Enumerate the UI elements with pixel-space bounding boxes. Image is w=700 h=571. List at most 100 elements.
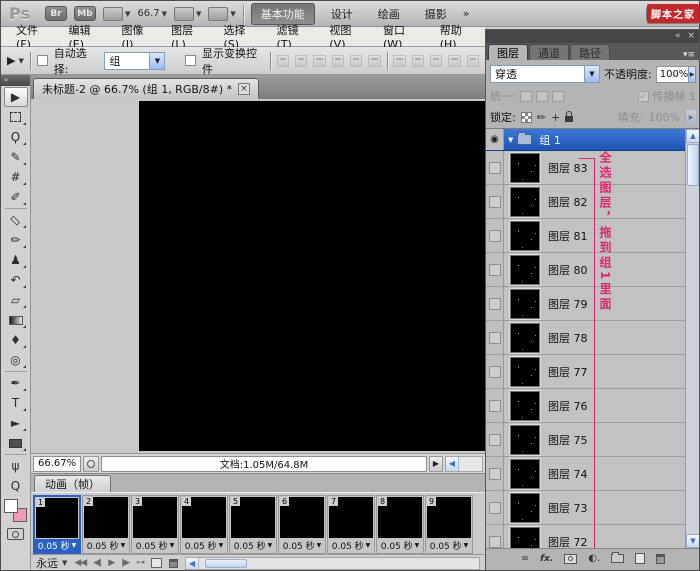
shape-tool[interactable] bbox=[4, 433, 28, 453]
status-options-button[interactable]: ▶ bbox=[429, 455, 443, 472]
layer-name[interactable]: 图层 83 bbox=[548, 160, 588, 176]
layer-style-icon[interactable]: fx. bbox=[540, 554, 553, 564]
visibility-toggle[interactable] bbox=[486, 219, 504, 252]
layer-thumbnail[interactable] bbox=[509, 253, 541, 286]
dodge-tool[interactable]: ◎ bbox=[4, 350, 28, 370]
frame-5[interactable]: 5 0.05 秒 ▼ bbox=[229, 495, 277, 554]
loop-dropdown[interactable]: 永远 ▼ bbox=[36, 555, 67, 570]
tween-button[interactable]: ⊶ bbox=[136, 558, 145, 568]
visibility-checkbox[interactable] bbox=[488, 535, 501, 548]
tab-channels[interactable]: 通道 bbox=[529, 44, 569, 60]
link-layers-icon[interactable]: ∞ bbox=[521, 553, 529, 564]
first-frame-button[interactable]: ◀◀ bbox=[74, 558, 87, 568]
layer-row[interactable]: 图层 77 bbox=[486, 355, 699, 389]
layer-row[interactable]: 图层 81 bbox=[486, 219, 699, 253]
visibility-checkbox[interactable] bbox=[488, 195, 501, 208]
layer-name[interactable]: 图层 82 bbox=[548, 194, 588, 210]
layer-thumbnail[interactable] bbox=[509, 287, 541, 320]
document-tab[interactable]: 未标题-2 @ 66.7% (组 1, RGB/8#) * × bbox=[33, 78, 260, 99]
group-name[interactable]: 组 1 bbox=[539, 132, 561, 148]
canvas-area[interactable] bbox=[31, 99, 485, 453]
history-brush-tool[interactable]: ↶ bbox=[4, 270, 28, 290]
propagate-checkbox[interactable]: ✓ bbox=[637, 90, 649, 102]
visibility-checkbox[interactable] bbox=[488, 399, 501, 412]
layer-thumbnail[interactable] bbox=[509, 219, 541, 252]
frame-delay-button[interactable]: 0.05 秒 ▼ bbox=[230, 539, 276, 552]
hand-tool[interactable]: ψ bbox=[4, 456, 28, 476]
workspace-paint-button[interactable]: 绘画 bbox=[369, 4, 409, 24]
frame-delay-button[interactable]: 0.05 秒 ▼ bbox=[426, 539, 472, 552]
visibility-checkbox[interactable] bbox=[488, 263, 501, 276]
align-left-icon[interactable] bbox=[331, 54, 344, 67]
visibility-checkbox[interactable] bbox=[488, 161, 501, 174]
lock-pixels-icon[interactable]: ✏ bbox=[537, 111, 546, 124]
frame-delay-button[interactable]: 0.05 秒 ▼ bbox=[83, 539, 129, 552]
layer-thumbnail[interactable] bbox=[509, 355, 541, 388]
animation-tab[interactable]: 动画（帧） bbox=[34, 475, 111, 492]
horizontal-scrollbar[interactable]: ◀ bbox=[445, 455, 483, 472]
frame-8[interactable]: 8 0.05 秒 ▼ bbox=[376, 495, 424, 554]
layer-row[interactable]: 图层 80 bbox=[486, 253, 699, 287]
frame-delay-button[interactable]: 0.05 秒 ▼ bbox=[279, 539, 325, 552]
frame-delay-button[interactable]: 0.05 秒 ▼ bbox=[377, 539, 423, 552]
lock-transparency-icon[interactable] bbox=[520, 111, 532, 123]
gradient-tool[interactable] bbox=[4, 310, 28, 330]
layer-row[interactable]: 图层 74 bbox=[486, 457, 699, 491]
type-tool[interactable]: T bbox=[4, 393, 28, 413]
visibility-toggle[interactable] bbox=[486, 525, 504, 548]
align-top-icon[interactable] bbox=[276, 54, 290, 67]
arrange-documents-button[interactable]: ▼ bbox=[174, 6, 201, 21]
scrollbar-thumb[interactable] bbox=[687, 144, 699, 186]
zoom-level-button[interactable]: 66.7 ▼ bbox=[137, 8, 167, 19]
layer-name[interactable]: 图层 72 bbox=[548, 534, 588, 549]
layer-name[interactable]: 图层 79 bbox=[548, 296, 588, 312]
layer-name[interactable]: 图层 81 bbox=[548, 228, 588, 244]
layer-thumbnail[interactable] bbox=[509, 457, 541, 490]
unify-style-icon[interactable] bbox=[551, 90, 564, 102]
visibility-checkbox[interactable] bbox=[488, 467, 501, 480]
close-panel-icon[interactable]: × bbox=[687, 30, 695, 43]
frame-3[interactable]: 3 0.05 秒 ▼ bbox=[131, 495, 179, 554]
foreground-color-swatch[interactable] bbox=[4, 499, 18, 513]
layer-thumbnail[interactable] bbox=[509, 389, 541, 422]
align-vcenter-icon[interactable] bbox=[295, 54, 308, 67]
layer-name[interactable]: 图层 78 bbox=[548, 330, 588, 346]
auto-select-checkbox[interactable] bbox=[36, 55, 48, 66]
scroll-up-icon[interactable]: ▲ bbox=[686, 129, 699, 143]
lasso-tool[interactable]: Ϙ bbox=[4, 127, 28, 147]
clone-stamp-tool[interactable]: ♟ bbox=[4, 250, 28, 270]
layer-row[interactable]: 图层 78 bbox=[486, 321, 699, 355]
visibility-checkbox[interactable] bbox=[488, 331, 501, 344]
layer-row[interactable]: 图层 75 bbox=[486, 423, 699, 457]
align-hcenter-icon[interactable] bbox=[349, 54, 363, 67]
zoom-tool[interactable]: Q bbox=[4, 476, 28, 496]
frame-delay-button[interactable]: 0.05 秒 ▼ bbox=[328, 539, 374, 552]
bridge-button[interactable]: Br bbox=[44, 6, 67, 21]
tab-layers[interactable]: 图层 bbox=[488, 44, 528, 60]
frame-9[interactable]: 9 0.05 秒 ▼ bbox=[425, 495, 473, 554]
visibility-toggle[interactable] bbox=[486, 321, 504, 354]
lock-position-icon[interactable]: + bbox=[551, 111, 560, 124]
lock-all-icon[interactable] bbox=[565, 111, 574, 122]
frame-delay-button[interactable]: 0.05 秒 ▼ bbox=[132, 539, 178, 552]
next-frame-button[interactable]: |▶ bbox=[121, 558, 130, 568]
align-right-icon[interactable] bbox=[368, 54, 381, 67]
visibility-toggle[interactable] bbox=[486, 457, 504, 490]
frame-6[interactable]: 6 0.05 秒 ▼ bbox=[278, 495, 326, 554]
quick-mask-button[interactable] bbox=[7, 528, 24, 540]
collapse-panel-icon[interactable]: « bbox=[675, 30, 681, 43]
visibility-toggle[interactable] bbox=[486, 355, 504, 388]
workspace-design-button[interactable]: 设计 bbox=[322, 4, 362, 24]
scroll-left-icon[interactable]: ◀ bbox=[446, 456, 459, 471]
layer-name[interactable]: 图层 76 bbox=[548, 398, 588, 414]
blend-mode-dropdown[interactable]: 穿透 ▼ bbox=[490, 65, 600, 83]
frame-7[interactable]: 7 0.05 秒 ▼ bbox=[327, 495, 375, 554]
layer-row[interactable]: 图层 76 bbox=[486, 389, 699, 423]
tab-paths[interactable]: 路径 bbox=[570, 44, 610, 60]
status-zoom-field[interactable]: 66.67% bbox=[33, 455, 81, 472]
layer-name[interactable]: 图层 80 bbox=[548, 262, 588, 278]
scroll-left-icon[interactable]: ◀ bbox=[186, 557, 200, 569]
visibility-checkbox[interactable] bbox=[488, 501, 501, 514]
screen-mode-button[interactable]: ▼ bbox=[208, 6, 236, 21]
distribute-left-icon[interactable] bbox=[448, 54, 461, 67]
